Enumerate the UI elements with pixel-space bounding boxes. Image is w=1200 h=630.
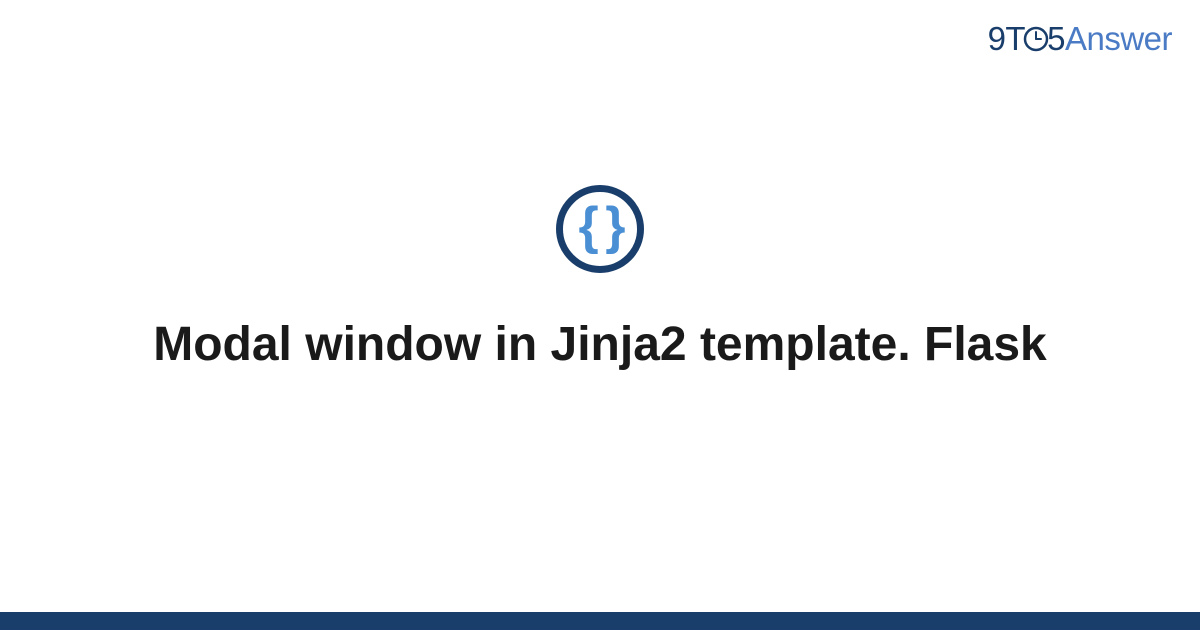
main-content: { } Modal window in Jinja2 template. Fla… bbox=[0, 0, 1200, 630]
topic-icon-container: { } bbox=[556, 185, 644, 273]
page-title: Modal window in Jinja2 template. Flask bbox=[153, 315, 1047, 375]
code-icon: { } bbox=[556, 185, 644, 273]
braces-icon: { } bbox=[579, 200, 622, 252]
footer-bar bbox=[0, 612, 1200, 630]
